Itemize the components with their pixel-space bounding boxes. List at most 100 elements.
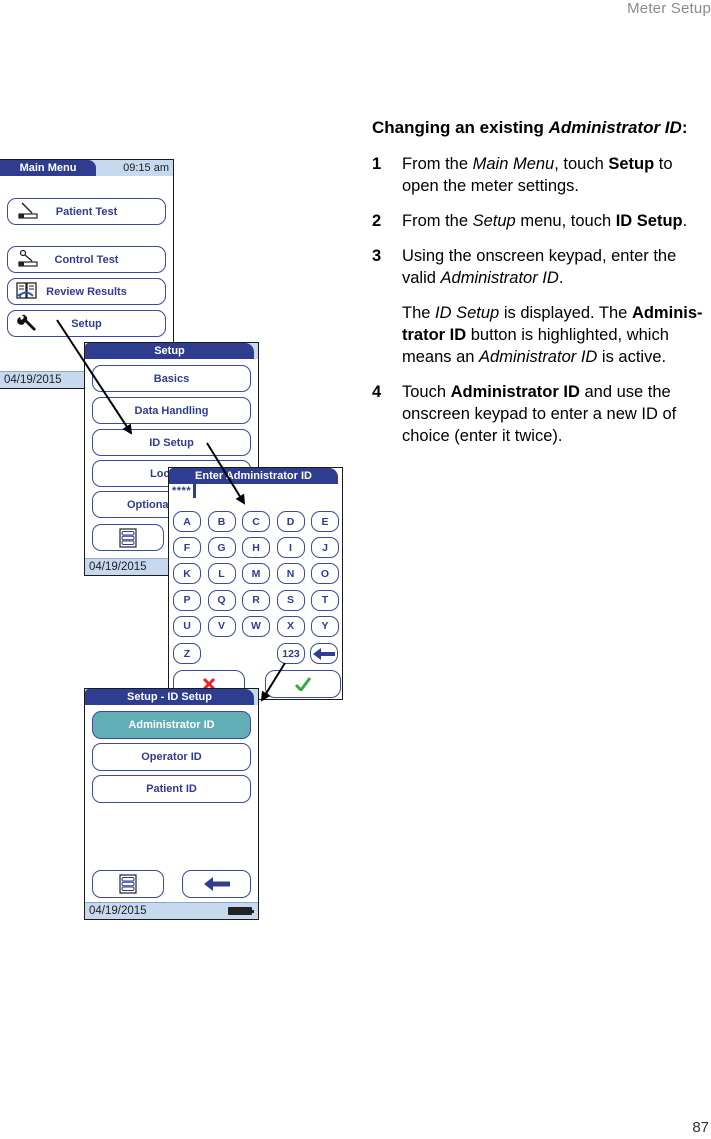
key-p[interactable]: P [173,589,201,611]
key-label: I [289,541,292,554]
key-q[interactable]: Q [207,589,236,611]
step-1: 1 From the Main Menu, touch Setup to open… [372,153,708,197]
text-run: is active. [597,348,667,366]
battery-icon [228,907,254,915]
key-l[interactable]: L [207,563,236,585]
step-text: The ID Setup is displayed. The Adminis-t… [402,304,703,366]
key-label: V [217,620,225,633]
setup-button[interactable]: Setup [7,310,166,337]
date: 04/19/2015 [4,374,62,386]
key-k[interactable]: K [173,563,201,585]
key-numeric-toggle[interactable]: 123 [277,643,305,664]
id-setup-label: ID Setup [149,436,194,449]
patient-test-button[interactable]: Patient Test [7,198,166,225]
key-d[interactable]: D [276,511,305,532]
instructions: Changing an existing Administrator ID: 1… [372,117,708,460]
running-header: Meter Setup [627,0,711,17]
text-run: menu, touch [515,212,616,230]
optional-label: Optional [127,498,172,511]
id-entry-field[interactable]: **** [172,484,197,498]
patient-test-icon [18,202,38,219]
menu-button[interactable] [92,524,164,551]
operator-id-button[interactable]: Operator ID [92,743,251,771]
key-label: B [217,515,226,528]
administrator-id-button[interactable]: Administrator ID [92,711,251,739]
text-run: From the [402,212,473,230]
control-test-icon [18,249,38,267]
key-s[interactable]: S [276,589,305,611]
key-f[interactable]: F [173,537,201,559]
wrench-icon [17,314,36,331]
key-v[interactable]: V [207,615,236,637]
check-icon [295,677,311,691]
text-run: , touch [554,155,609,173]
key-w[interactable]: W [242,615,270,637]
key-j[interactable]: J [311,537,339,559]
key-x[interactable]: X [276,615,305,637]
step-number: 3 [372,247,382,265]
date: 04/19/2015 [89,905,147,917]
step-text: Touch Administrator ID and use the onscr… [402,381,708,447]
step-text: Using the onscreen keypad, enter the val… [402,245,708,289]
key-label: K [183,567,191,580]
basics-label: Basics [153,372,190,385]
key-g[interactable]: G [207,537,236,559]
step-text: From the Setup menu, touch ID Setup. [402,210,708,232]
italic-text: Administrator ID [479,348,598,366]
list-menu-icon [119,527,137,548]
key-label: W [251,620,261,633]
lockouts-label: Loc [150,467,170,480]
key-r[interactable]: R [242,589,270,611]
key-label: Z [183,647,191,660]
key-label: R [252,594,260,607]
key-m[interactable]: M [242,563,270,585]
key-label: U [183,620,191,633]
key-label: Y [321,620,329,633]
key-label: N [286,567,295,580]
italic-text: Administrator ID [440,269,559,287]
key-label: M [251,567,261,580]
key-label: H [252,541,260,554]
operator-id-label: Operator ID [141,751,202,763]
italic-text: Main Menu [472,155,555,173]
key-t[interactable]: T [311,589,339,611]
key-c[interactable]: C [242,511,270,532]
steps-list: 1 From the Main Menu, touch Setup to open… [372,153,708,447]
text-cursor [193,484,197,498]
key-a[interactable]: A [173,511,201,532]
basics-button[interactable]: Basics [92,365,251,392]
key-label: 123 [282,647,300,660]
key-h[interactable]: H [242,537,270,559]
key-u[interactable]: U [173,615,201,637]
id-setup-button[interactable]: ID Setup [92,429,251,456]
step-number: 4 [372,383,382,401]
key-n[interactable]: N [276,563,305,585]
date: 04/19/2015 [89,561,147,573]
key-b[interactable]: B [207,511,236,532]
screen-title: Setup [85,343,254,359]
key-i[interactable]: I [276,537,305,559]
key-y[interactable]: Y [311,615,339,637]
text-run: . [558,269,564,287]
patient-id-label: Patient ID [146,783,197,795]
review-results-label: Review Results [46,285,127,298]
backspace-key[interactable] [310,643,338,664]
bold-text: Administrator ID [450,383,580,401]
key-o[interactable]: O [311,563,339,585]
bold-text: Setup [608,155,655,173]
key-label: X [286,620,294,633]
data-handling-button[interactable]: Data Handling [92,397,251,424]
key-label: L [218,567,225,580]
patient-id-button[interactable]: Patient ID [92,775,251,803]
review-results-button[interactable]: Review Results [7,278,166,305]
menu-button[interactable] [92,870,164,898]
text-run: The [402,304,436,322]
key-z[interactable]: Z [173,643,201,664]
id-setup-screen: Setup - ID Setup Administrator ID Operat… [84,688,259,920]
key-label: A [183,515,191,528]
back-button[interactable] [182,870,251,898]
control-test-button[interactable]: Control Test [7,246,166,273]
confirm-button[interactable] [265,670,341,698]
key-e[interactable]: E [311,511,339,532]
key-label: T [321,594,329,607]
